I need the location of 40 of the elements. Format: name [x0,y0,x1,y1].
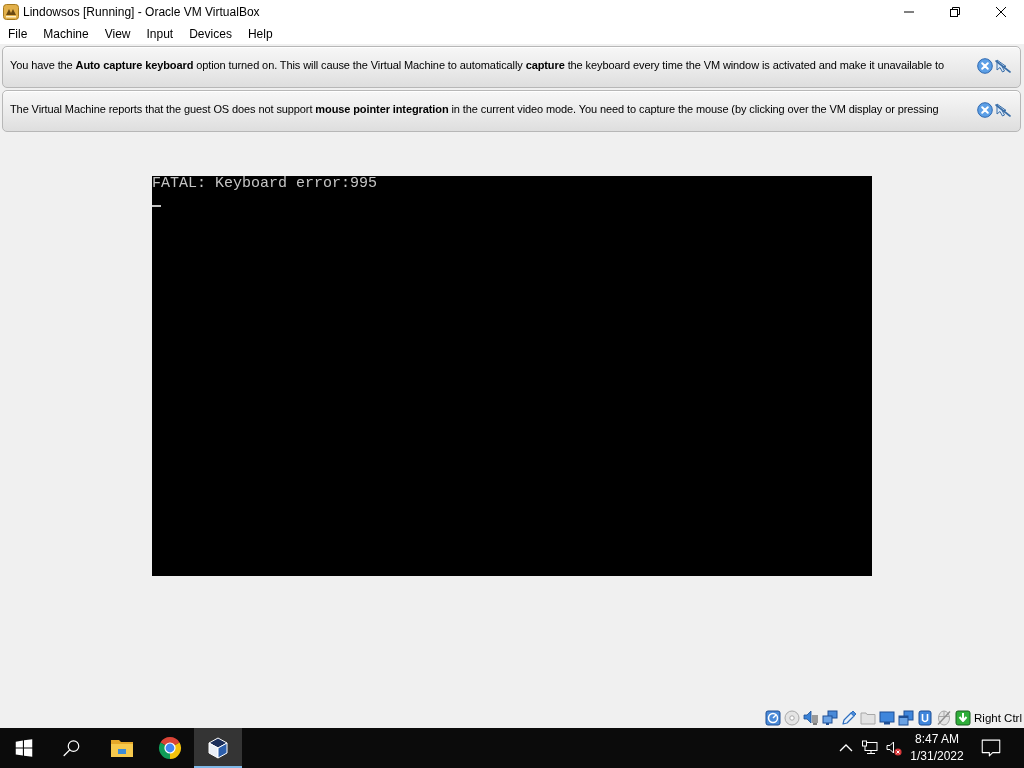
close-icon[interactable] [977,102,993,118]
close-icon [996,6,1006,17]
overlapping-windows-icon[interactable] [898,709,915,726]
vm-display[interactable]: FATAL: Keyboard error:995 [152,175,872,576]
host-key-label: Right Ctrl [974,711,1022,724]
menu-item[interactable]: View [96,23,139,44]
pencil-icon[interactable] [841,709,858,726]
browser-icon [158,736,182,760]
menu-item[interactable]: Input [138,23,182,44]
console-text: FATAL: Keyboard error:995 [152,175,378,192]
search-icon [63,739,81,757]
taskbar-app-button[interactable] [194,728,242,768]
network-icon[interactable] [822,709,839,726]
u-shape-icon[interactable] [917,709,934,726]
crossed-mouse-icon[interactable] [936,709,953,726]
monitor-icon[interactable] [879,709,896,726]
speech-bubble-icon [981,738,1001,758]
app-icon [3,3,19,20]
clock-date: 1/31/2022 [910,748,964,765]
menu-item[interactable]: Machine [35,23,97,44]
menu-item[interactable]: Devices [181,23,240,44]
restore-icon [950,6,960,17]
menu-item[interactable]: Help [239,23,281,44]
text-cursor [152,204,161,207]
crossed-pointer-icon[interactable] [995,102,1011,118]
speaker-icon [886,740,902,756]
window-title: Lindowsos [Running] - Oracle VM VirtualBox [23,4,261,19]
windows-logo-icon [15,739,33,757]
clock[interactable]: 8:47 AM 1/31/2022 [906,728,968,768]
notification-message: You have the Auto capture keyboard option turned on. This will cause the Virtual Machine to automatically capture the keyboard every time the VM window is activated and make it unavailable to [10,58,945,72]
speaker-icon[interactable] [803,709,820,726]
crossed-pointer-icon[interactable] [995,58,1011,74]
clock-time: 8:47 AM [915,731,959,748]
cube-icon [206,736,230,760]
dial-icon[interactable] [765,709,782,726]
arrow-down-icon[interactable] [955,709,972,726]
close-icon[interactable] [977,58,993,74]
network-icon [862,740,878,756]
menu-item[interactable]: File [0,23,36,44]
notification-message: The Virtual Machine reports that the guest OS does not support mouse pointer integration in the current video mode. You need to capture the mouse (by clicking over the VM display or pressing [10,102,940,116]
